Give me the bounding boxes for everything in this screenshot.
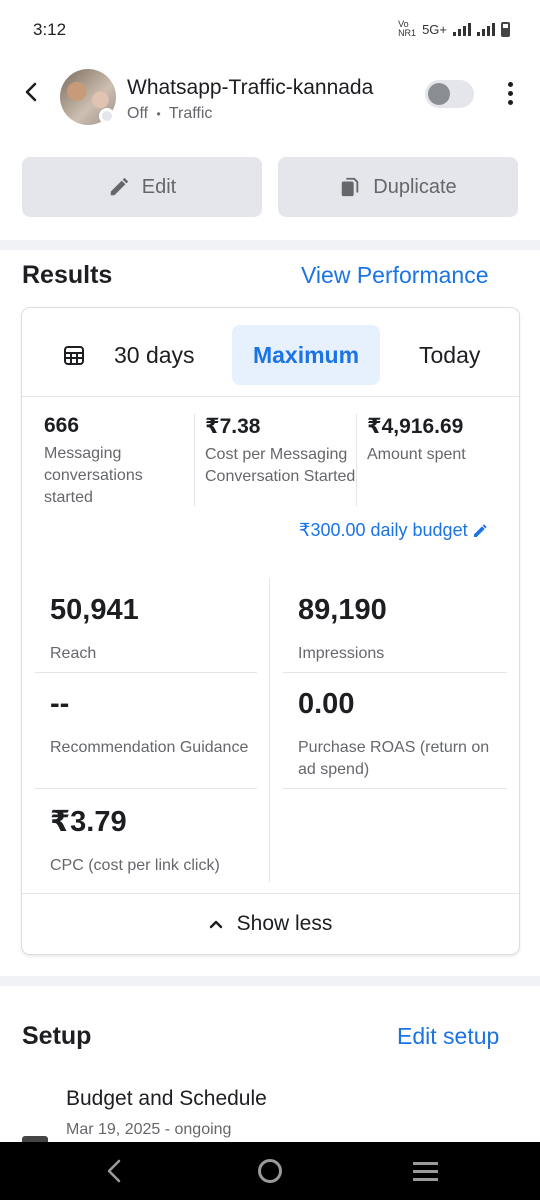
duplicate-button[interactable]: Duplicate <box>278 157 518 217</box>
network-label: 5G+ <box>422 21 447 37</box>
date-range-tabs: 30 days Maximum Today <box>22 308 519 397</box>
metric-label: Messaging conversations started <box>44 445 143 506</box>
stat-label: Purchase ROAS (return on ad spend) <box>298 739 490 778</box>
daily-budget-label: ₹300.00 daily budget <box>299 520 468 540</box>
metric-value: ₹4,916.69 <box>367 415 464 438</box>
toggle-knob <box>428 83 450 105</box>
edit-button[interactable]: Edit <box>22 157 262 217</box>
stat-cpc: ₹3.79 CPC (cost per link click) <box>50 804 260 877</box>
status-icons: Vo NR1 5G+ <box>398 20 510 38</box>
stat-label: Recommendation Guidance <box>50 739 249 756</box>
duplicate-button-label: Duplicate <box>373 175 457 198</box>
campaign-subtitle: Off • Traffic <box>127 105 212 123</box>
show-less-label: Show less <box>236 912 333 935</box>
edit-setup-link[interactable]: Edit setup <box>397 1023 499 1050</box>
nav-recents-icon[interactable] <box>413 1162 438 1186</box>
setup-title: Setup <box>22 1022 92 1050</box>
campaign-header: Whatsapp-Traffic-kannada Off • Traffic <box>0 62 540 134</box>
signal-icon <box>453 22 471 36</box>
back-arrow-icon[interactable] <box>20 80 44 104</box>
stat-purchase-roas: 0.00 Purchase ROAS (return on ad spend) <box>298 688 508 781</box>
carrier-label: Vo NR1 <box>398 19 417 38</box>
chevron-up-icon <box>209 920 222 929</box>
stat-value: 50,941 <box>50 594 139 626</box>
stat-impressions: 89,190 Impressions <box>298 594 508 665</box>
tab-30-days[interactable]: 30 days <box>114 325 195 385</box>
metric-value: 666 <box>44 414 80 437</box>
pencil-icon <box>110 177 128 196</box>
status-time: 3:12 <box>33 20 67 39</box>
stat-row-divider <box>283 672 507 673</box>
edit-pencil-icon <box>473 523 487 537</box>
status-bar: 3:12 Vo NR1 5G+ <box>0 0 540 60</box>
metric-separator <box>194 414 195 506</box>
stat-row-divider <box>283 788 507 789</box>
edit-button-label: Edit <box>141 175 177 198</box>
budget-schedule-dates: Mar 19, 2025 - ongoing <box>66 1121 232 1138</box>
stat-value: 89,190 <box>298 594 387 626</box>
stat-label: Reach <box>50 645 97 662</box>
campaign-status: Off <box>127 105 149 122</box>
duplicate-icon <box>342 177 359 197</box>
stat-label: CPC (cost per link click) <box>50 857 220 874</box>
campaign-title: Whatsapp-Traffic-kannada <box>127 76 374 99</box>
metric-cost-per-conversation: ₹7.38 Cost per Messaging Conversation St… <box>205 414 365 488</box>
campaign-toggle[interactable] <box>425 80 474 108</box>
calendar-icon[interactable] <box>64 345 84 365</box>
metric-label: Amount spent <box>367 446 466 463</box>
avatar-status-dot <box>99 108 115 124</box>
tab-today[interactable]: Today <box>419 325 480 385</box>
metric-value: ₹7.38 <box>205 415 261 438</box>
section-divider <box>0 240 540 250</box>
stat-value: ₹3.79 <box>50 806 127 838</box>
metric-amount-spent: ₹4,916.69 Amount spent <box>367 414 507 466</box>
stat-row-divider <box>35 788 257 789</box>
nav-home-icon[interactable] <box>258 1159 282 1183</box>
nav-back-icon[interactable] <box>103 1159 125 1183</box>
battery-icon <box>501 21 510 37</box>
results-card: 30 days Maximum Today 666 Messaging conv… <box>22 308 519 954</box>
campaign-objective: Traffic <box>168 105 213 122</box>
budget-schedule-title[interactable]: Budget and Schedule <box>66 1087 267 1111</box>
stat-value: 0.00 <box>298 688 355 720</box>
show-less-button[interactable]: Show less <box>22 893 519 954</box>
metric-messaging-conversations: 666 Messaging conversations started <box>44 414 194 509</box>
stat-reach: 50,941 Reach <box>50 594 260 665</box>
stat-label: Impressions <box>298 645 385 662</box>
stat-recommendation-guidance: -- Recommendation Guidance <box>50 688 260 759</box>
daily-budget-link[interactable]: ₹300.00 daily budget <box>299 520 488 541</box>
view-performance-link[interactable]: View Performance <box>301 262 489 289</box>
section-divider <box>0 976 540 986</box>
stats-column-separator <box>269 578 270 882</box>
tab-maximum[interactable]: Maximum <box>232 325 380 385</box>
metric-label: Cost per Messaging Conversation Started <box>205 446 356 485</box>
system-nav-bar <box>0 1142 540 1200</box>
subtitle-separator: • <box>156 107 161 121</box>
stat-row-divider <box>35 672 257 673</box>
results-title: Results <box>22 261 113 289</box>
stat-value: -- <box>50 688 70 720</box>
more-options-icon[interactable] <box>500 82 520 108</box>
metric-separator <box>356 414 357 506</box>
signal-icon-2 <box>477 22 495 36</box>
